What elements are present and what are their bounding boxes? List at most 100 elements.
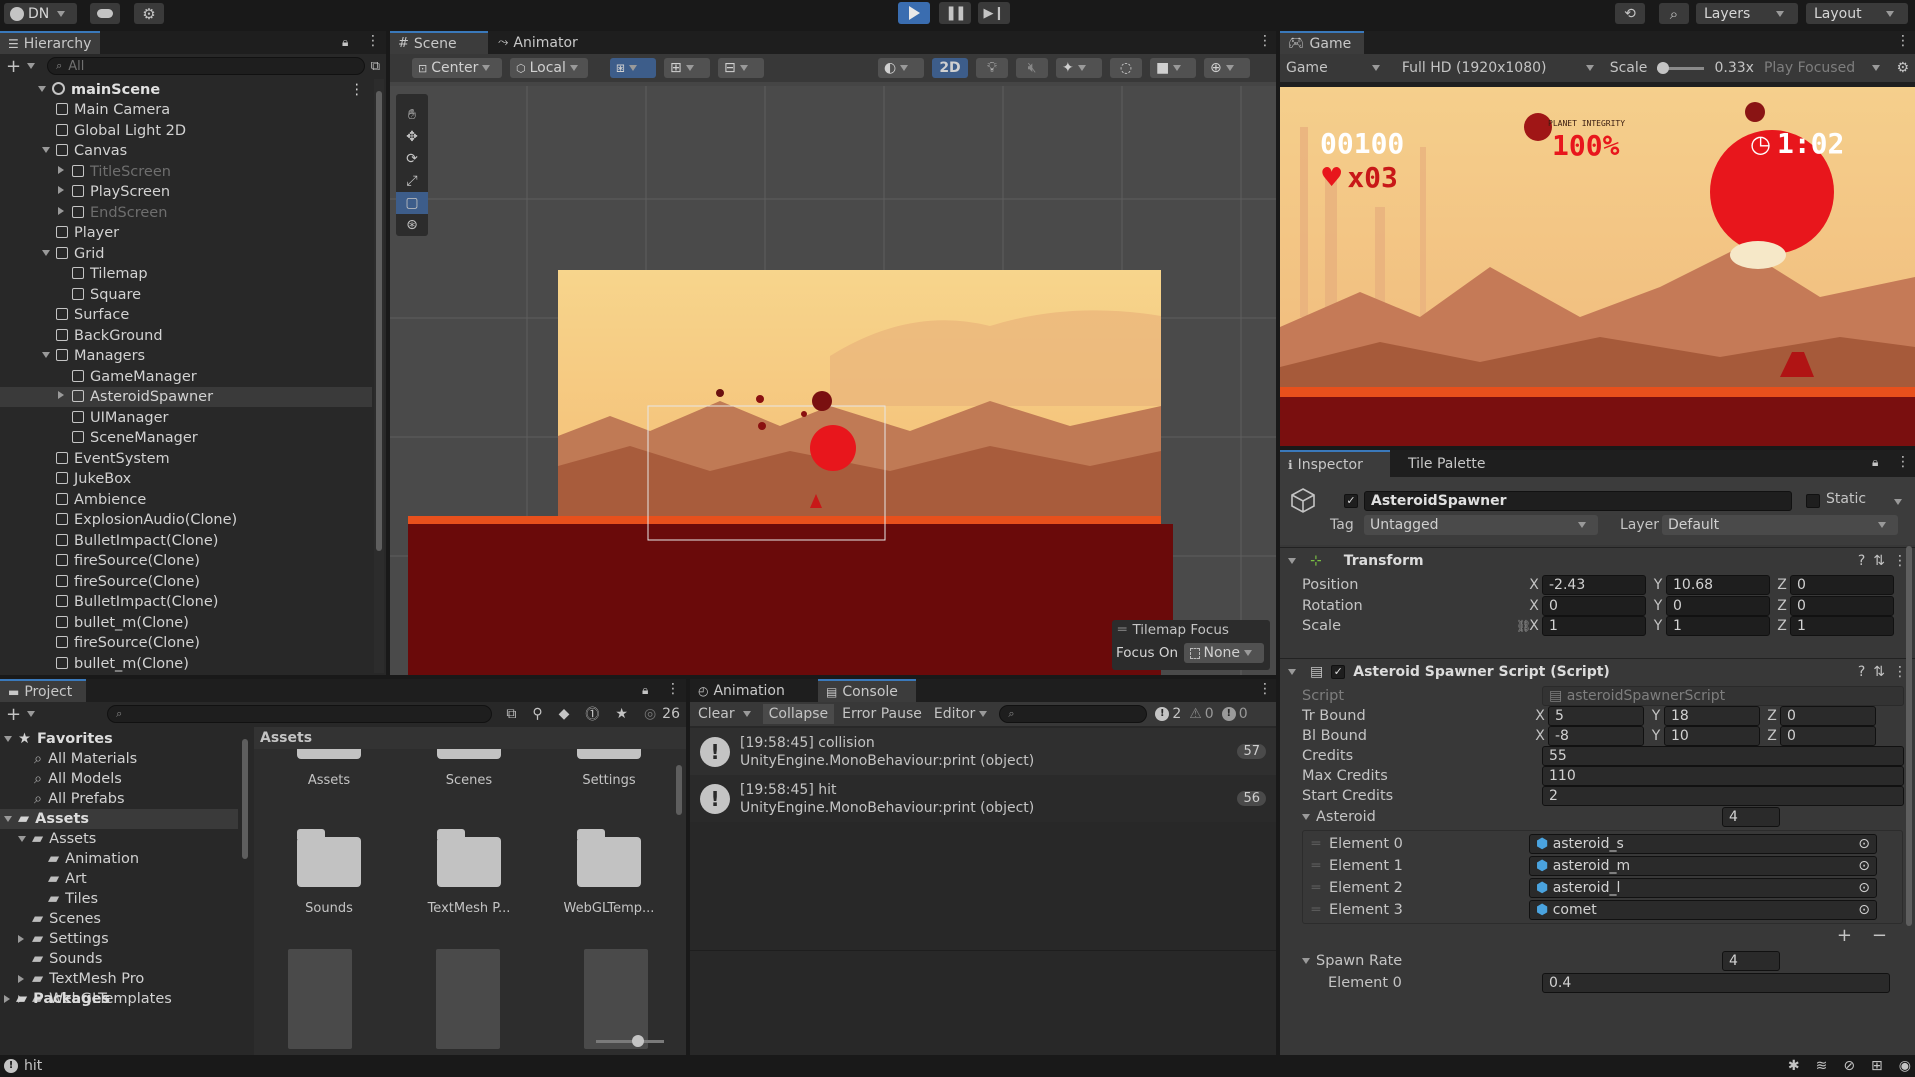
scale-slider[interactable] — [1657, 61, 1705, 74]
hierarchy-item[interactable]: fireSource(Clone) — [0, 572, 372, 592]
transform-position-z-field[interactable]: 0 — [1790, 575, 1894, 596]
scrollbar-thumb[interactable] — [376, 91, 382, 551]
asteroid-array-header[interactable]: Asteroid 4 — [1280, 806, 1915, 828]
drag-handle-icon[interactable]: ═ — [1303, 858, 1329, 874]
asset-folder[interactable]: Settings — [554, 749, 664, 788]
tab-console[interactable]: ▤ Console — [818, 679, 916, 702]
project-folder[interactable]: ▰ Animation — [34, 849, 139, 869]
asset-folder[interactable]: TextMesh P... — [414, 823, 524, 916]
palette-grip[interactable] — [396, 94, 428, 104]
more-options-icon[interactable]: ⋮ — [1258, 681, 1272, 697]
tab-hierarchy[interactable]: ☰ Hierarchy — [0, 31, 100, 54]
asset-thumbnail[interactable] — [436, 949, 500, 1049]
chevron-down-icon[interactable] — [27, 63, 36, 69]
script-header[interactable]: ▤ ✓ Asteroid Spawner Script (Script) ? ⇅… — [1280, 658, 1915, 684]
step-button[interactable]: ▶❙ — [978, 2, 1010, 24]
scene-root[interactable]: mainScene ⋮ — [0, 80, 372, 100]
favorite-item[interactable]: ⌕ All Materials — [34, 749, 137, 769]
asset-folder[interactable]: Scenes — [414, 749, 524, 788]
preset-icon[interactable]: ⇅ — [1873, 553, 1885, 569]
transform-scale-z-field[interactable]: 1 — [1790, 616, 1894, 637]
lock-icon[interactable]: 🔒︎ — [342, 35, 348, 50]
console-entry[interactable]: ! [19:58:45] hit UnityEngine.MonoBehaviour… — [690, 775, 1276, 822]
hierarchy-item[interactable]: BackGround — [0, 326, 372, 346]
console-search[interactable]: ⌕ — [999, 705, 1148, 723]
pause-button[interactable]: ❚❚ — [939, 2, 971, 24]
hierarchy-item[interactable]: fireSource(Clone) — [0, 551, 372, 571]
transform-header[interactable]: ⊹ Transform ? ⇅ ⋮ — [1280, 547, 1915, 573]
audio-toggle[interactable]: 🔇︎ — [1016, 58, 1048, 78]
layer-dropdown[interactable]: Default — [1662, 515, 1898, 535]
project-folder[interactable]: ▰ Settings — [18, 929, 109, 949]
tab-tile-palette[interactable]: Tile Palette — [1400, 450, 1493, 477]
assets-root[interactable]: ▰ Assets — [0, 809, 238, 829]
hierarchy-item[interactable]: ExplosionAudio(Clone) — [0, 510, 372, 530]
help-icon[interactable]: ? — [1858, 553, 1865, 569]
project-folder[interactable]: ▰ Scenes — [18, 909, 101, 929]
hierarchy-item[interactable]: BulletImpact(Clone) — [0, 531, 372, 551]
more-options-icon[interactable]: ⋮ — [1258, 33, 1272, 49]
more-options-icon[interactable]: ⋮ — [350, 80, 365, 100]
hierarchy-item[interactable]: Player — [0, 223, 372, 243]
script-enabled-checkbox[interactable]: ✓ — [1331, 664, 1346, 679]
error-pause-toggle[interactable]: Error Pause — [836, 706, 928, 722]
element-object-field[interactable]: ⬢ asteroid_m ⊙ — [1529, 856, 1877, 876]
hierarchy-item[interactable]: fireSource(Clone) — [0, 674, 372, 675]
hierarchy-item[interactable]: Surface — [0, 305, 372, 325]
pivot-dropdown[interactable]: ⊡ Center — [412, 58, 502, 78]
chevron-right-icon[interactable] — [58, 391, 64, 399]
slider-thumb[interactable] — [632, 1035, 644, 1047]
max-credits-field[interactable]: 110 — [1542, 766, 1904, 786]
hierarchy-item[interactable]: Managers — [0, 346, 372, 366]
layers-dropdown[interactable]: Layers — [1696, 3, 1798, 24]
scrollbar-thumb[interactable] — [1906, 546, 1912, 926]
object-picker-icon[interactable]: ⊙ — [1858, 857, 1870, 875]
increment-snap-button[interactable]: ⊟ — [718, 58, 764, 78]
cache-icon[interactable]: ⊘ — [1843, 1058, 1855, 1074]
hierarchy-item[interactable]: Canvas — [0, 141, 372, 161]
lighting-toggle[interactable]: 💡︎ — [976, 58, 1008, 78]
add-element-icon[interactable]: + — [1837, 925, 1852, 946]
hierarchy-item[interactable]: fireSource(Clone) — [0, 633, 372, 653]
tab-game[interactable]: 🎮︎ Game — [1280, 31, 1364, 54]
add-icon[interactable]: + — [6, 704, 21, 725]
play-button[interactable] — [898, 2, 930, 24]
check-icon[interactable]: ◉ — [1899, 1058, 1911, 1074]
hierarchy-item[interactable]: Tilemap — [0, 264, 372, 284]
warning-filter[interactable]: ⚠ 0 — [1189, 706, 1213, 722]
collapse-toggle[interactable]: Collapse — [762, 704, 835, 724]
lock-icon[interactable]: 🔒︎ — [642, 683, 648, 698]
tab-scene[interactable]: # Scene — [390, 31, 488, 54]
error-filter-icon[interactable]: ⓵ — [585, 704, 599, 724]
error-filter[interactable]: ! 0 — [1221, 706, 1248, 722]
project-folder[interactable]: ▰ TextMesh Pro — [18, 969, 144, 989]
hierarchy-item[interactable]: BulletImpact(Clone) — [0, 592, 372, 612]
cloud-button[interactable] — [90, 3, 120, 24]
collab-button[interactable]: ⚙ — [134, 3, 164, 24]
tr-bound-y-field[interactable]: 18 — [1664, 706, 1760, 726]
resolution-dropdown[interactable]: Full HD (1920x1080) — [1402, 60, 1600, 76]
hierarchy-item[interactable]: Grid — [0, 244, 372, 264]
gizmos-button[interactable]: ⊕ — [1204, 58, 1250, 78]
filter-type-icon[interactable]: ⚲ — [532, 706, 542, 722]
chevron-down-icon[interactable] — [1894, 499, 1902, 505]
packages-root[interactable]: ▰ Packages — [0, 989, 110, 1009]
chevron-down-icon[interactable] — [27, 711, 36, 717]
chevron-down-icon[interactable] — [42, 352, 50, 358]
transform-position-x-field[interactable]: -2.43 — [1542, 575, 1646, 596]
effects-button[interactable]: ✦ — [1056, 58, 1102, 78]
tree-scrollbar[interactable] — [240, 729, 250, 1051]
rotate-tool-icon[interactable]: ⟳ — [396, 148, 428, 170]
transform-rotation-y-field[interactable]: 0 — [1666, 595, 1770, 616]
search-button[interactable]: ⌕ — [1659, 3, 1689, 24]
scene-viewport[interactable]: ✋︎ ✥ ⟳ ⤢ ▢ ⊛ ═ Tilemap Focus Focus On No… — [390, 86, 1276, 675]
space-dropdown[interactable]: ⬡ Local — [510, 58, 588, 78]
eye-hidden-icon[interactable]: ◎ — [644, 706, 656, 722]
active-checkbox[interactable]: ✓ — [1344, 494, 1358, 508]
spawn-rate-size-field[interactable]: 4 — [1722, 951, 1780, 971]
grid-snap-button[interactable]: ⊞ — [664, 58, 710, 78]
info-filter[interactable]: ! 2 — [1155, 706, 1181, 722]
scrollbar-thumb[interactable] — [676, 765, 682, 815]
lock-icon[interactable]: 🔒︎ — [1872, 455, 1878, 470]
hierarchy-scrollbar[interactable] — [374, 79, 384, 673]
